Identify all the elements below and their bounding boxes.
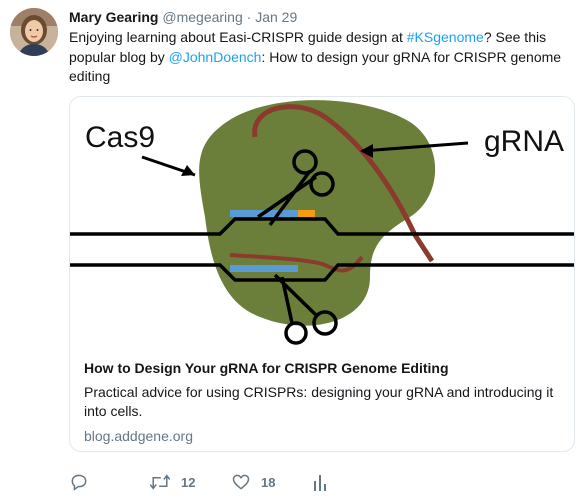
avatar[interactable] [10,8,58,56]
card-image: Cas9 gRNA [70,97,574,347]
mention-link[interactable]: @JohnDoench [169,49,262,65]
like-count: 18 [261,474,276,490]
like-button[interactable]: 18 [231,472,275,492]
cas9-label: Cas9 [85,121,155,154]
card-description: Practical advice for using CRISPRs: desi… [84,384,554,419]
separator-dot: · [246,9,252,25]
pam-sequence [298,210,315,217]
author-handle[interactable]: @megearing [162,9,242,25]
card-domain: blog.addgene.org [84,428,193,444]
link-card[interactable]: Cas9 gRNA How to Design Your gRNA for CR… [69,96,575,452]
card-title[interactable]: How to Design Your gRNA for CRISPR Genom… [84,359,562,377]
analytics-icon [314,475,326,491]
author-name[interactable]: Mary Gearing [69,9,158,25]
hashtag-link[interactable]: #KSgenome [407,29,484,45]
heart-icon [232,474,250,490]
retweet-button[interactable]: 12 [149,472,195,492]
reply-icon [71,474,87,491]
retweet-count: 12 [181,474,196,490]
grna-label: gRNA [484,125,564,158]
retweet-icon [149,474,171,490]
crispr-illustration: Cas9 gRNA [70,100,574,345]
tweet-text-part: Enjoying learning about Easi-CRISPR guid… [69,29,407,45]
tweet-header: Mary Gearing @megearing · Jan 29 [69,8,297,26]
tweet[interactable]: Mary Gearing @megearing · Jan 29 Enjoyin… [0,0,583,499]
tweet-actions: 12 18 [69,472,469,494]
target-sequence-bottom [230,265,298,272]
reply-button[interactable] [69,472,89,492]
avatar-image [10,8,58,56]
tweet-text: Enjoying learning about Easi-CRISPR guid… [69,28,569,87]
card-text: How to Design Your gRNA for CRISPR Genom… [84,359,562,445]
tweet-timestamp[interactable]: Jan 29 [255,9,297,25]
analytics-button[interactable] [313,472,327,492]
